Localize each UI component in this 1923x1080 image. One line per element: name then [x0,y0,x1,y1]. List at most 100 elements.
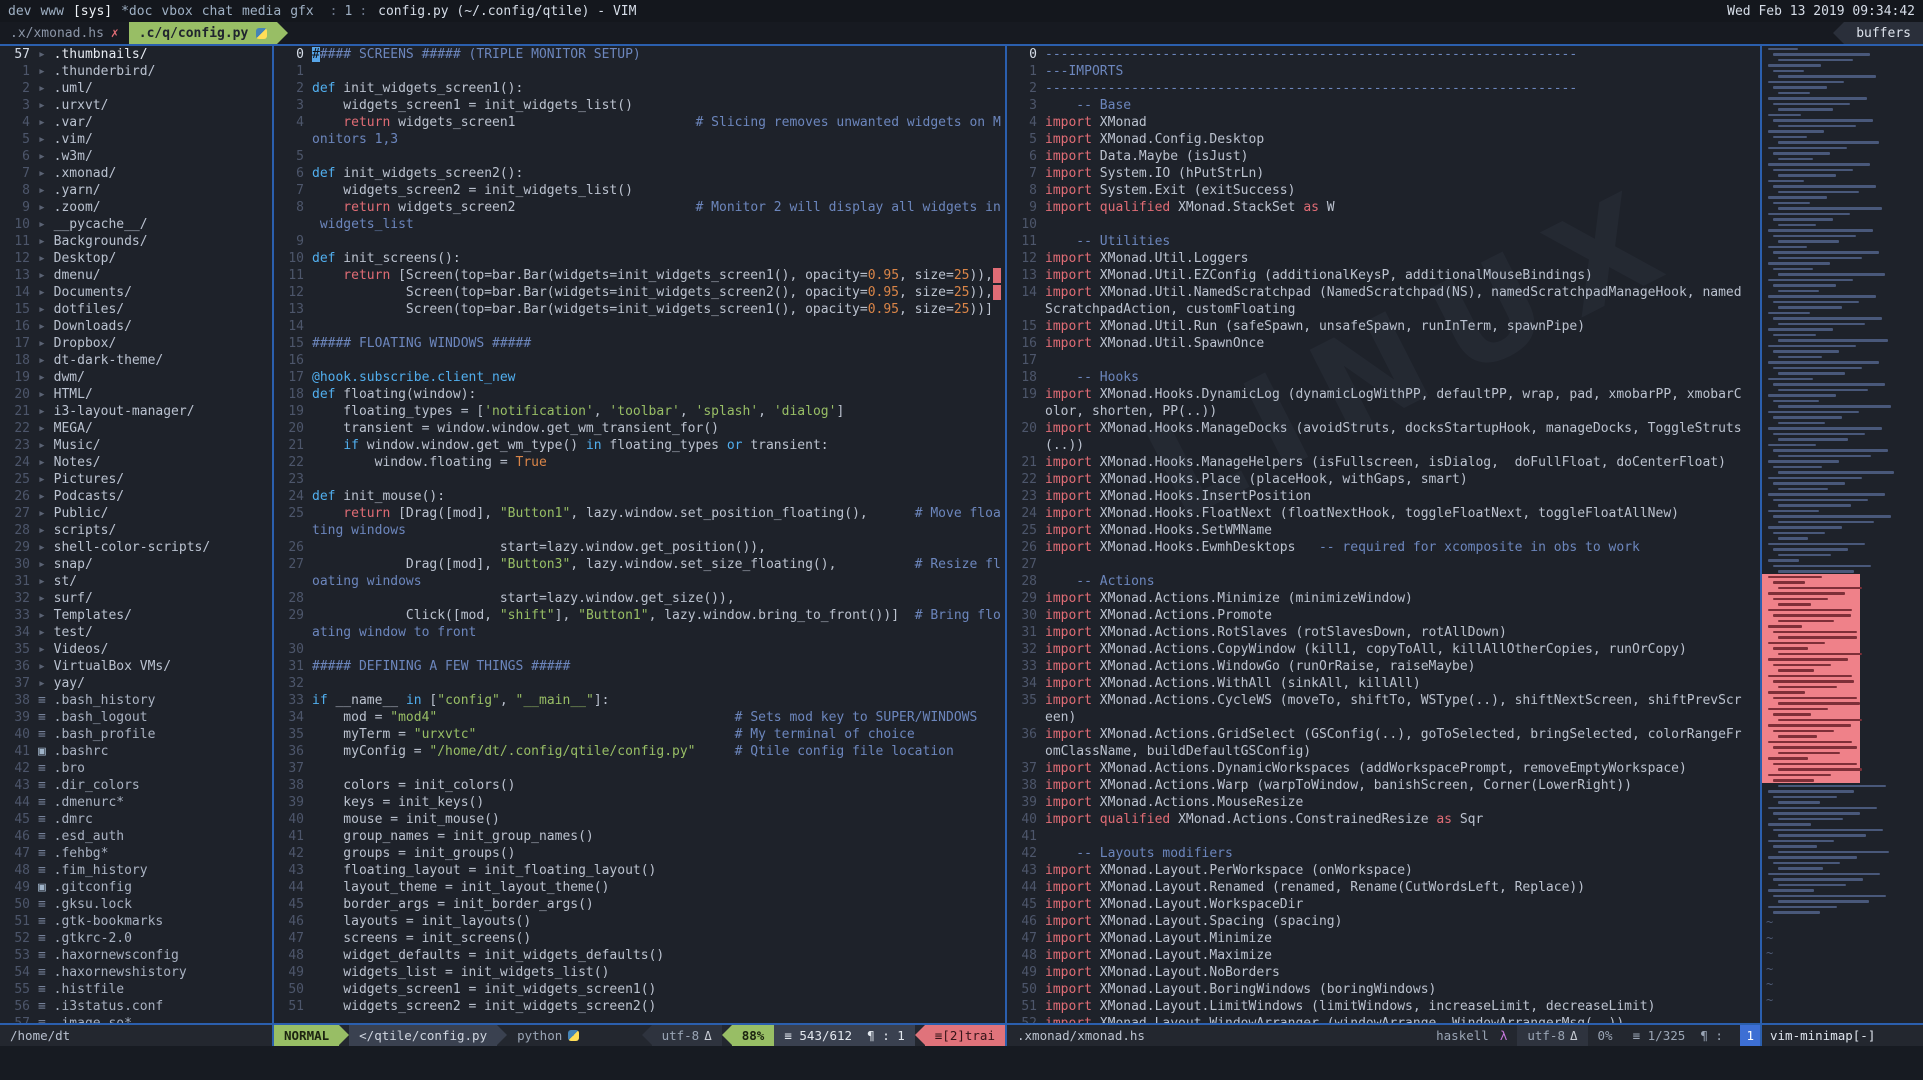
tree-row[interactable]: 15▸ dotfiles/ [0,301,272,318]
code-row[interactable]: 48 widget_defaults = init_widgets_defaul… [274,947,1005,964]
code-row[interactable]: 41 [1007,828,1760,845]
code-row[interactable]: 44 layout_theme = init_layout_theme() [274,879,1005,896]
tree-row[interactable]: 38≡ .bash_history [0,692,272,709]
tree-row[interactable]: 50≡ .gksu.lock [0,896,272,913]
code-row[interactable]: 4import XMonad [1007,114,1760,131]
code-row[interactable]: 44import XMonad.Layout.Renamed (renamed,… [1007,879,1760,896]
code-row[interactable]: 38import XMonad.Actions.Warp (warpToWind… [1007,777,1760,794]
tree-row[interactable]: 56≡ .i3status.conf [0,998,272,1015]
code-row[interactable]: 51 widgets_screen2 = init_widgets_screen… [274,998,1005,1015]
code-row[interactable]: 20import XMonad.Hooks.ManageDocks (avoid… [1007,420,1760,437]
workspace-item[interactable]: vbox [161,4,192,19]
tree-row[interactable]: 43≡ .dir_colors [0,777,272,794]
code-row[interactable]: 26import XMonad.Hooks.EwmhDesktops -- re… [1007,539,1760,556]
code-row[interactable]: 28 start=lazy.window.get_size()), [274,590,1005,607]
tree-row[interactable]: 6▸ .w3m/ [0,148,272,165]
code-row[interactable]: 31##### DEFINING A FEW THINGS ##### [274,658,1005,675]
code-row[interactable]: 3 widgets_screen1 = init_widgets_list() [274,97,1005,114]
code-row[interactable]: 43 floating_layout = init_floating_layou… [274,862,1005,879]
code-row[interactable]: 11 -- Utilities [1007,233,1760,250]
code-row[interactable]: 39 keys = init_keys() [274,794,1005,811]
code-row[interactable]: 26 start=lazy.window.get_position()), [274,539,1005,556]
code-row[interactable]: 47import XMonad.Layout.Minimize [1007,930,1760,947]
tree-row[interactable]: 12▸ Desktop/ [0,250,272,267]
code-row[interactable]: 33if __name__ in ["config", "__main__"]: [274,692,1005,709]
code-row[interactable]: 10def init_screens(): [274,250,1005,267]
code-row[interactable]: 35 myTerm = "urxvtc" # My terminal of ch… [274,726,1005,743]
code-row[interactable]: 49import XMonad.Layout.NoBorders [1007,964,1760,981]
code-row[interactable]: 27 [1007,556,1760,573]
code-row[interactable]: 25 return [Drag([mod], "Button1", lazy.w… [274,505,1005,522]
code-row[interactable]: 42 groups = init_groups() [274,845,1005,862]
code-row[interactable]: 19import XMonad.Hooks.DynamicLog (dynami… [1007,386,1760,403]
code-row[interactable]: 6def init_widgets_screen2(): [274,165,1005,182]
tree-row[interactable]: 21▸ i3-layout-manager/ [0,403,272,420]
code-row[interactable]: 45import XMonad.Layout.WorkspaceDir [1007,896,1760,913]
code-row[interactable]: 41 group_names = init_group_names() [274,828,1005,845]
workspace-item[interactable]: [sys] [73,4,112,19]
tree-row[interactable]: 5▸ .vim/ [0,131,272,148]
tree-row[interactable]: 27▸ Public/ [0,505,272,522]
code-row[interactable]: 2def init_widgets_screen1(): [274,80,1005,97]
code-row[interactable]: olor, shorten, PP(..)) [1007,403,1760,420]
tree-row[interactable]: 26▸ Podcasts/ [0,488,272,505]
tree-row[interactable]: 40≡ .bash_profile [0,726,272,743]
code-row[interactable]: 43import XMonad.Layout.PerWorkspace (onW… [1007,862,1760,879]
code-row[interactable]: 46 layouts = init_layouts() [274,913,1005,930]
tree-row[interactable]: 57▸ .thumbnails/ [0,46,272,63]
tree-row[interactable]: 51≡ .gtk-bookmarks [0,913,272,930]
code-row[interactable]: 31import XMonad.Actions.RotSlaves (rotSl… [1007,624,1760,641]
code-row[interactable]: 40 mouse = init_mouse() [274,811,1005,828]
code-row[interactable]: 21import XMonad.Hooks.ManageHelpers (isF… [1007,454,1760,471]
code-row[interactable]: widgets_list [274,216,1005,233]
code-row[interactable]: 36 myConfig = "/home/dt/.config/qtile/co… [274,743,1005,760]
tree-row[interactable]: 34▸ test/ [0,624,272,641]
tree-row[interactable]: 1▸ .thunderbird/ [0,63,272,80]
tree-row[interactable]: 11▸ Backgrounds/ [0,233,272,250]
code-row[interactable]: 18 -- Hooks [1007,369,1760,386]
tree-row[interactable]: 46≡ .esd_auth [0,828,272,845]
tree-row[interactable]: 20▸ HTML/ [0,386,272,403]
tree-row[interactable]: 7▸ .xmonad/ [0,165,272,182]
tree-row[interactable]: 18▸ dt-dark-theme/ [0,352,272,369]
tree-row[interactable]: 3▸ .urxvt/ [0,97,272,114]
code-row[interactable]: 15import XMonad.Util.Run (safeSpawn, uns… [1007,318,1760,335]
nerdtree-pane[interactable]: 57▸ .thumbnails/1▸ .thunderbird/2▸ .uml/… [0,46,272,1023]
code-row[interactable]: 4 return widgets_screen1 # Slicing remov… [274,114,1005,131]
tree-row[interactable]: 48≡ .fim_history [0,862,272,879]
tree-row[interactable]: 53≡ .haxornewsconfig [0,947,272,964]
code-row[interactable]: omClassName, buildDefaultGSConfig) [1007,743,1760,760]
tree-row[interactable]: 31▸ st/ [0,573,272,590]
code-row[interactable]: 9 [274,233,1005,250]
code-row[interactable]: 46import XMonad.Layout.Spacing (spacing) [1007,913,1760,930]
tree-row[interactable]: 23▸ Music/ [0,437,272,454]
code-row[interactable]: 28 -- Actions [1007,573,1760,590]
code-row[interactable]: 30import XMonad.Actions.Promote [1007,607,1760,624]
tree-row[interactable]: 54≡ .haxornewshistory [0,964,272,981]
tree-row[interactable]: 4▸ .var/ [0,114,272,131]
tree-row[interactable]: 35▸ Videos/ [0,641,272,658]
code-row[interactable]: 22 window.floating = True [274,454,1005,471]
code-row[interactable]: ScratchpadAction, customFloating [1007,301,1760,318]
xmonad-hs-pane[interactable]: LINUX 0---------------------------------… [1005,46,1760,1023]
tree-row[interactable]: 44≡ .dmenurc* [0,794,272,811]
command-line[interactable] [0,1046,1923,1080]
tree-row[interactable]: 2▸ .uml/ [0,80,272,97]
code-row[interactable]: 8import System.Exit (exitSuccess) [1007,182,1760,199]
workspace-item[interactable]: chat [202,4,233,19]
code-row[interactable]: 40import qualified XMonad.Actions.Constr… [1007,811,1760,828]
tree-row[interactable]: 25▸ Pictures/ [0,471,272,488]
code-row[interactable]: 24import XMonad.Hooks.FloatNext (floatNe… [1007,505,1760,522]
close-icon[interactable]: ✗ [111,26,119,41]
code-row[interactable]: 7import System.IO (hPutStrLn) [1007,165,1760,182]
tree-row[interactable]: 17▸ Dropbox/ [0,335,272,352]
code-row[interactable]: 37 [274,760,1005,777]
code-row[interactable]: 16import XMonad.Util.SpawnOnce [1007,335,1760,352]
code-row[interactable]: 23import XMonad.Hooks.InsertPosition [1007,488,1760,505]
code-row[interactable]: 50import XMonad.Layout.BoringWindows (bo… [1007,981,1760,998]
code-row[interactable]: 13import XMonad.Util.EZConfig (additiona… [1007,267,1760,284]
code-row[interactable]: 17 [1007,352,1760,369]
code-row[interactable]: 47 screens = init_screens() [274,930,1005,947]
tree-row[interactable]: 29▸ shell-color-scripts/ [0,539,272,556]
code-row[interactable]: 37import XMonad.Actions.DynamicWorkspace… [1007,760,1760,777]
